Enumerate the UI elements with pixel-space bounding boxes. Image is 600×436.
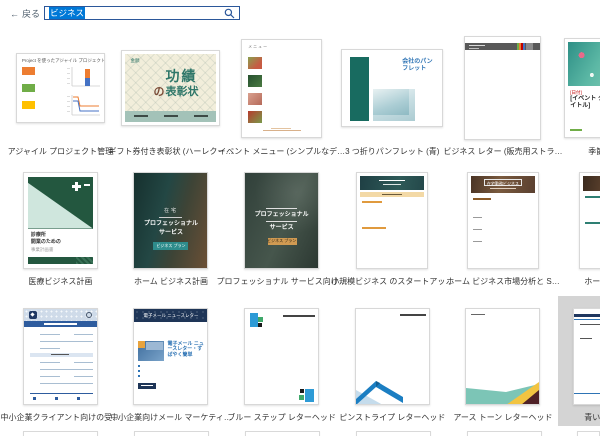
thumbnail-art-professional-services: プロフェッショナル サービス ビジネス プラン (245, 172, 319, 268)
template-label: 中小企業クライアント向けの受… (0, 413, 121, 422)
back-label: 戻る (22, 9, 41, 19)
template-thumbnail[interactable]: [日付] [イベント タイトル] (564, 38, 600, 138)
template-thumbnail[interactable] (356, 171, 429, 269)
thumbnail-art-home-plan: 在宅 プロフェッショナル サービス ビジネス プラン (134, 172, 208, 268)
template-cell[interactable]: アース トーン レターヘッド (448, 306, 559, 423)
back-button[interactable]: ← 戻る (10, 7, 40, 20)
back-arrow-icon: ← (10, 8, 19, 19)
template-thumbnail[interactable] (354, 307, 430, 405)
thumbnail-art-menu: メニュー (246, 44, 317, 133)
template-cell[interactable]: 電子メール ニュースレター 電子メール ニュースレター・すばやく簡単 中小企業向… (110, 306, 232, 423)
template-thumbnail[interactable]: 在宅勤務ビジネス (466, 171, 539, 269)
thumbnail-art-medical-plan: 診療所 開業のための 事業計画書 (27, 176, 93, 264)
thumbnail-art-market-analysis: 在宅勤務ビジネス (470, 175, 535, 265)
thumbnail-art-home-doc (583, 175, 600, 265)
template-thumbnail[interactable]: Project を使ったアジャイル プロジェクトの管理 (15, 53, 105, 123)
thumbnail-art-blue-step-letterhead (245, 309, 318, 404)
template-cell[interactable]: 在宅 プロフェッショナル サービス ビジネス プラン ホーム ビジネス計画 (116, 170, 227, 287)
template-cell[interactable]: 青い (558, 306, 600, 423)
template-thumbnail[interactable]: 金額 功績 の 表彰状 (121, 50, 221, 126)
template-label: 医療ビジネス計画 (28, 277, 93, 286)
thumbnail-art-newsletter: 電子メール ニュースレター 電子メール ニュースレター・すばやく簡単 (134, 308, 208, 404)
template-cell[interactable]: メニュー イベント メニュー (シンプルなデ… (218, 36, 345, 157)
next-row-thumbnail-edge[interactable] (245, 431, 320, 436)
template-cell[interactable]: Project を使ったアジャイル プロジェクトの管理 (5, 36, 116, 157)
template-thumbnail[interactable]: メニュー (241, 38, 323, 138)
template-gallery-screen: ← 戻る ビジネス Project を使ったアジャイル プロジェクトの管理 (0, 0, 600, 436)
template-label: プロフェッショナル サービス向け… (216, 277, 347, 286)
search-input[interactable]: ビジネス (44, 6, 240, 20)
thumbnail-art-client-form (23, 308, 97, 404)
template-label: 3 つ折りパンフレット (青) (345, 147, 440, 156)
template-cell[interactable]: [日付] [イベント タイトル] 季節 (558, 36, 600, 157)
template-label: 季節 (588, 147, 600, 156)
template-cell[interactable]: ホーム ビ (558, 170, 600, 287)
template-label: イベント メニュー (シンプルなデ… (218, 147, 346, 156)
template-thumbnail[interactable] (22, 307, 98, 405)
thumbnail-art-seasonal-flyer: [日付] [イベント タイトル] (568, 42, 600, 134)
earth-tone-waves (466, 381, 540, 404)
template-label: ピンストライプ レターヘッド (339, 413, 446, 422)
template-row-3: 中小企業クライアント向けの受… 電子メール ニュースレター 電子メール ニュース… (0, 306, 600, 423)
template-cell[interactable]: プロフェッショナル サービス ビジネス プラン プロフェッショナル サービス向け… (217, 170, 347, 287)
template-cell[interactable]: 在宅勤務ビジネス ホーム ビジネス市場分析と S… (446, 170, 560, 287)
template-cell[interactable]: ピンストライプ レターヘッド (337, 306, 448, 423)
search-value: ビジネス (49, 7, 86, 19)
next-row-thumbnail-edge[interactable] (577, 431, 600, 436)
line-chart (66, 95, 100, 116)
template-row-1: Project を使ったアジャイル プロジェクトの管理 (5, 36, 600, 157)
template-thumbnail[interactable]: 診療所 開業のための 事業計画書 (22, 171, 98, 269)
template-label: 中小企業向けメール マーケティ… (110, 413, 232, 422)
template-cell[interactable]: 診療所 開業のための 事業計画書 医療ビジネス計画 (5, 170, 116, 287)
thumbnail-art-business-letter (465, 37, 541, 139)
next-row-thumbnail-edge[interactable] (134, 431, 209, 436)
next-row-thumbnail-edge[interactable] (23, 431, 98, 436)
pinstripe-ribbon (355, 380, 403, 404)
template-cell[interactable]: 金額 功績 の 表彰状 ギフト券付き表彰状 (ハーレクー… (109, 36, 233, 157)
thumbnail-art-agile: Project を使ったアジャイル プロジェクトの管理 (17, 54, 104, 122)
template-label: ブルー ステップ レターヘッド (227, 413, 336, 422)
template-thumbnail[interactable] (464, 36, 542, 140)
template-cell[interactable]: 中小企業クライアント向けの受… (0, 306, 120, 423)
template-label: ビジネス レター (販売用ストラ… (443, 147, 563, 156)
thumbnail-art-trifold: 会社のパンフレット (345, 53, 439, 123)
next-row-thumbnail-edge[interactable] (467, 431, 542, 436)
template-label: アース トーン レターヘッド (453, 413, 553, 422)
thumbnail-art-pinstripe-letterhead (355, 309, 429, 404)
template-cell[interactable]: ビジネス レター (販売用ストラ… (443, 36, 563, 157)
template-cell[interactable]: ブルー ステップ レターヘッド (226, 306, 337, 423)
template-thumbnail[interactable]: 電子メール ニュースレター 電子メール ニュースレター・すばやく簡単 (133, 307, 209, 405)
template-thumbnail[interactable]: 在宅 プロフェッショナル サービス ビジネス プラン (133, 171, 209, 269)
template-thumbnail[interactable]: プロフェッショナル サービス ビジネス プラン (244, 171, 320, 269)
template-label: アジャイル プロジェクト管理 (7, 147, 114, 156)
template-label: ホーム ビ (584, 277, 600, 286)
thumbnail-art-earth-tone-letterhead (466, 309, 540, 404)
template-cell[interactable]: 小規模ビジネス のスタートアッ… (331, 170, 453, 287)
template-row-2: 診療所 開業のための 事業計画書 医療ビジネス計画 在宅 プロフェッショナル サ… (5, 170, 600, 287)
bar-chart (66, 67, 100, 87)
template-cell[interactable]: 会社のパンフレット 3 つ折りパンフレット (青) (337, 36, 448, 157)
template-thumbnail[interactable] (573, 307, 600, 405)
thumbnail-art-certificate: 金額 功績 の 表彰状 (125, 54, 217, 122)
template-label: 青い (584, 413, 600, 422)
thumbnail-art-startup-plan (360, 175, 425, 265)
next-row-thumbnail-edge[interactable] (356, 431, 431, 436)
template-label: ホーム ビジネス計画 (133, 277, 208, 286)
thumbnail-art-blue-letterhead (574, 309, 600, 404)
template-label: 小規模ビジネス のスタートアッ… (331, 277, 454, 286)
template-label: ホーム ビジネス市場分析と S… (446, 277, 560, 286)
template-thumbnail[interactable]: 会社のパンフレット (341, 49, 444, 127)
template-thumbnail[interactable] (579, 171, 600, 269)
template-thumbnail[interactable] (244, 307, 320, 405)
search-icon[interactable] (224, 8, 235, 19)
template-thumbnail[interactable] (465, 307, 541, 405)
template-label: ギフト券付き表彰状 (ハーレクー… (108, 147, 234, 156)
